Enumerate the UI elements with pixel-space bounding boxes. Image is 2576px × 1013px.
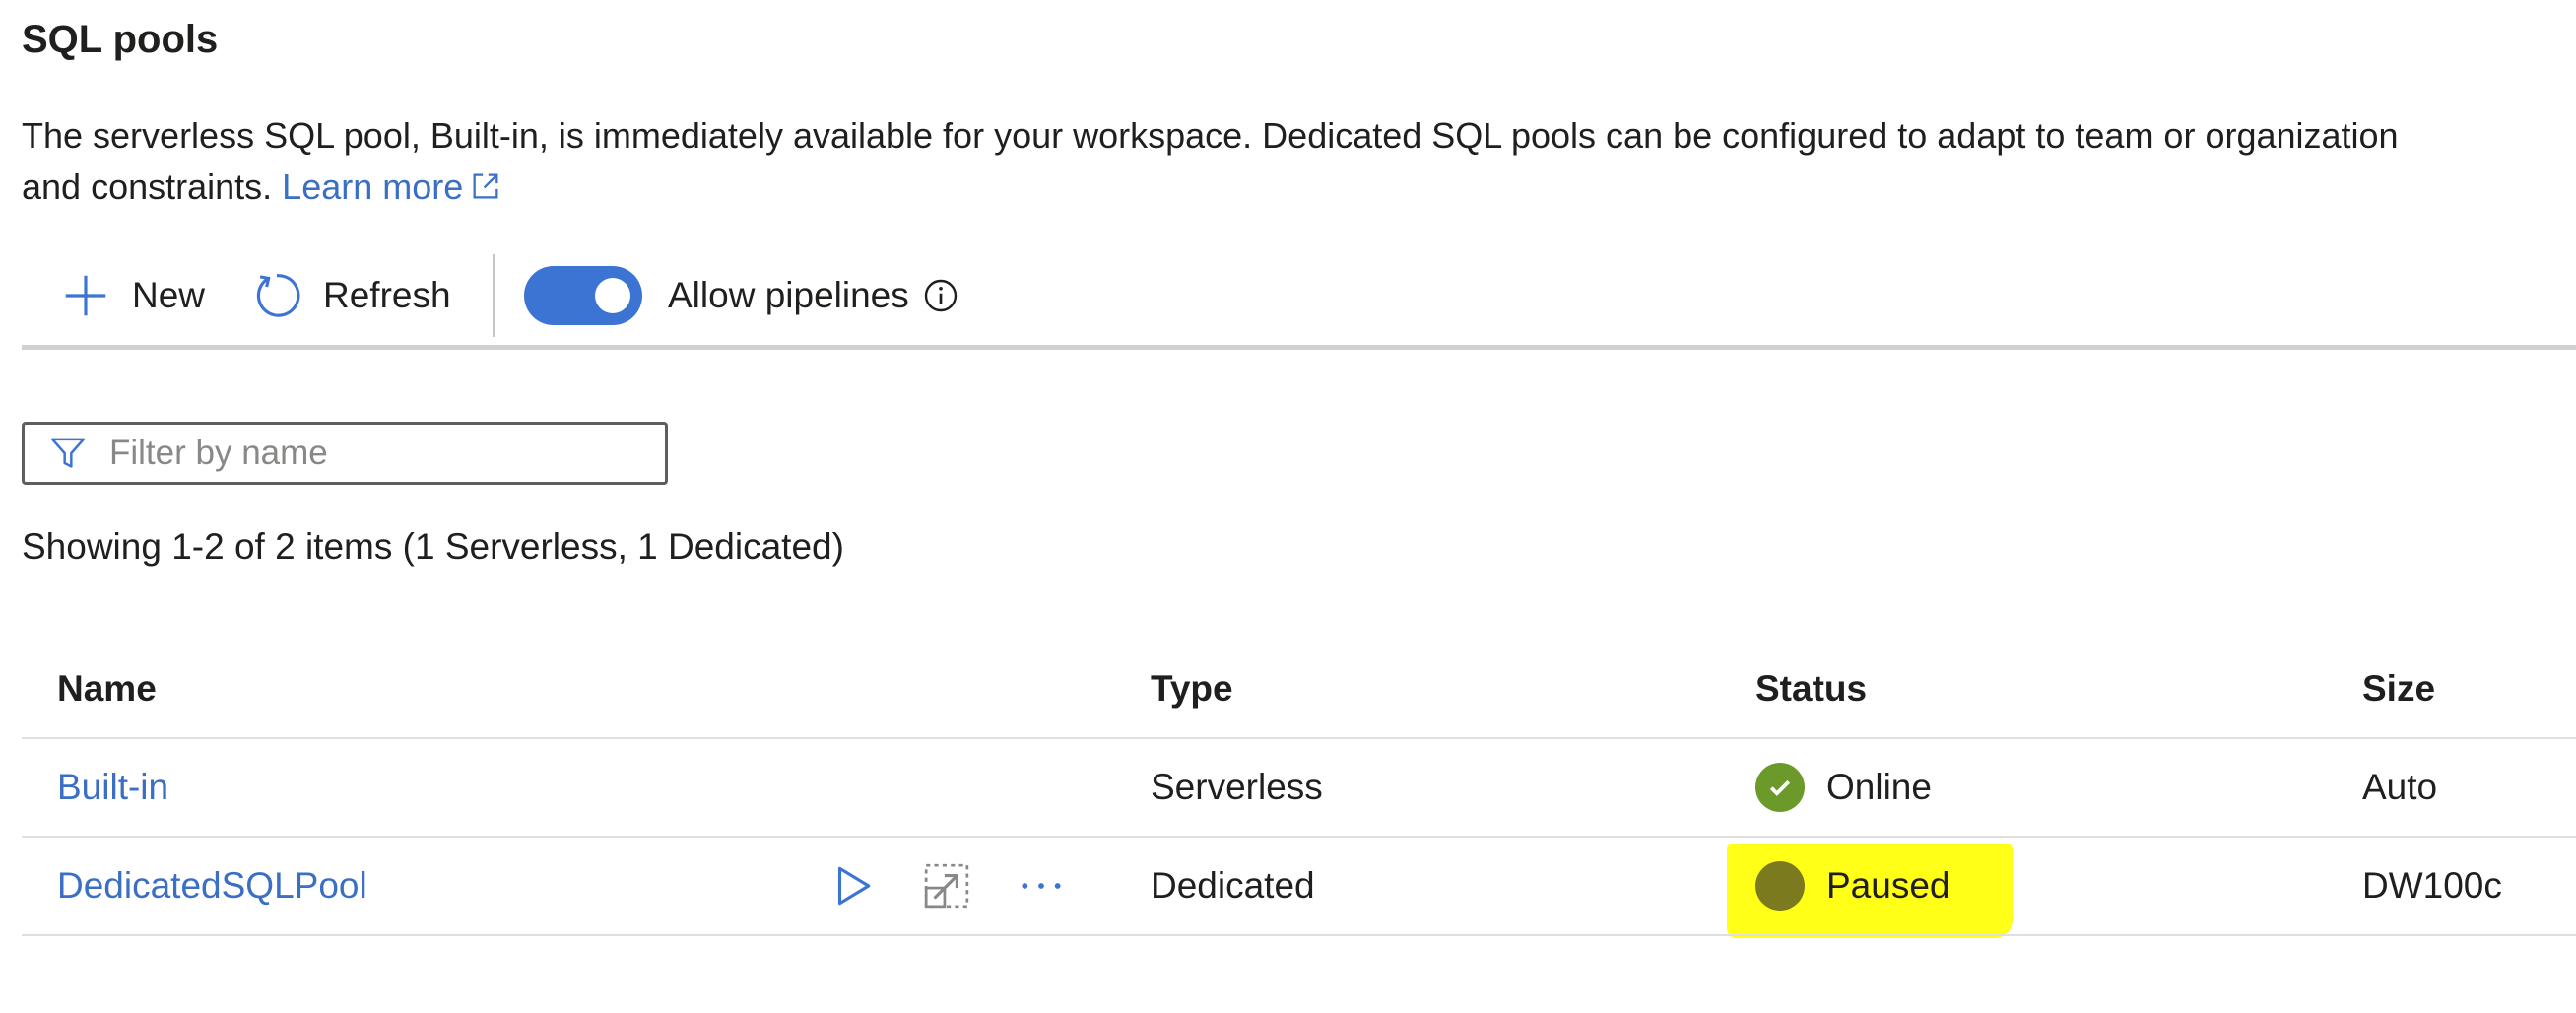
sql-pools-page: SQL pools The serverless SQL pool, Built… [0,0,2576,1013]
pool-name-cell: Built-in [57,739,168,836]
toolbar: New Refresh Allow pipelines [22,246,2576,350]
learn-more-label: Learn more [282,167,464,207]
scale-icon[interactable] [922,861,971,911]
page-title: SQL pools [22,18,219,61]
allow-pipelines-toggle[interactable] [524,266,642,325]
toggle-knob [595,278,630,313]
table-row: DedicatedSQLPool Dedicated Paused DW100c [22,838,2576,936]
column-header-size[interactable]: Size [2362,641,2435,737]
pool-size-cell: Auto [2362,767,2438,807]
pool-status-cell: Online [1755,739,1932,836]
filter-box [22,422,668,485]
external-link-icon [473,173,498,199]
info-icon[interactable] [923,278,958,313]
more-icon[interactable] [1017,861,1066,911]
column-header-status[interactable]: Status [1755,641,1867,737]
pool-status-label: Online [1826,767,1932,807]
page-description: The serverless SQL pool, Built-in, is im… [22,110,2563,213]
filter-icon [50,438,86,468]
learn-more-link[interactable]: Learn more [282,167,502,207]
allow-pipelines-toggle-group: Allow pipelines [524,246,958,345]
refresh-button[interactable]: Refresh [250,246,451,345]
toolbar-bottom-border [22,345,2576,350]
pool-status-cell: Paused [1755,838,1950,934]
new-button[interactable]: New [59,246,205,345]
toolbar-divider [493,254,495,337]
description-line-2-text: and constraints. [22,167,273,207]
check-circle-icon [1755,763,1805,812]
refresh-button-label: Refresh [323,275,451,315]
refresh-icon [256,274,300,317]
play-icon[interactable] [827,861,877,911]
table-header-row: Name Type Status Size [22,641,2576,739]
column-header-type[interactable]: Type [1151,641,1233,737]
row-actions [827,838,1111,934]
allow-pipelines-label: Allow pipelines [668,275,909,315]
sql-pools-table: Name Type Status Size Built-in Serverles… [22,641,2576,936]
pool-name-link[interactable]: DedicatedSQLPool [57,865,367,907]
filter-input[interactable] [109,434,622,473]
pool-type-cell: Dedicated [1151,865,1315,906]
description-line-1: The serverless SQL pool, Built-in, is im… [22,115,2399,156]
column-header-name[interactable]: Name [57,641,157,737]
items-count: Showing 1-2 of 2 items (1 Serverless, 1 … [22,526,844,567]
pool-name-cell: DedicatedSQLPool [57,838,367,934]
pool-name-link[interactable]: Built-in [57,767,168,808]
checkmark-icon [1769,780,1791,796]
pool-size-cell: DW100c [2362,865,2502,906]
description-line-2: and constraints. Learn more [22,162,2563,213]
table-row: Built-in Serverless Online Auto [22,739,2576,838]
pool-type-cell: Serverless [1151,767,1323,807]
paused-circle-icon [1755,861,1805,911]
new-button-label: New [132,275,206,315]
pool-status-label: Paused [1826,865,1950,906]
plus-icon [65,275,106,316]
